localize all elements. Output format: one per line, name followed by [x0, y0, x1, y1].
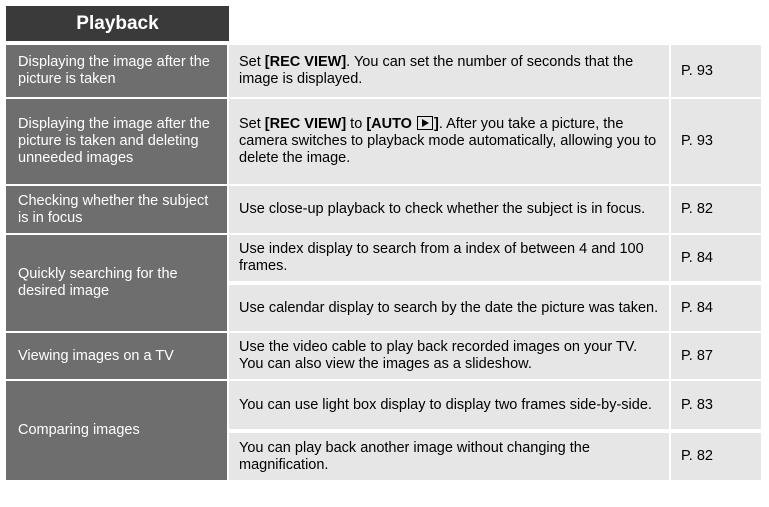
- table-row: Viewing images on a TV Use the video cab…: [6, 333, 761, 379]
- description-cell: You can use light box display to display…: [229, 381, 671, 430]
- description-cell: Use the video cable to play back recorde…: [229, 333, 671, 379]
- page-reference: P. 93: [671, 45, 761, 97]
- table-row: Quickly searching for the desired image …: [6, 235, 761, 331]
- description-cell: Use close-up playback to check whether t…: [229, 186, 671, 233]
- topic-cell: Comparing images: [6, 381, 229, 480]
- topic-cell: Viewing images on a TV: [6, 333, 229, 379]
- menu-setting-name: [AUTO: [366, 116, 416, 132]
- table-row: Displaying the image after the picture i…: [6, 45, 761, 97]
- topic-cell: Displaying the image after the picture i…: [6, 45, 229, 97]
- page-reference: P. 87: [671, 333, 761, 379]
- topic-cell: Checking whether the subject is in focus: [6, 186, 229, 233]
- manual-page: Playback Displaying the image after the …: [0, 0, 769, 507]
- description-cell: Use index display to search from a index…: [229, 235, 671, 282]
- description-cell: You can play back another image without …: [229, 432, 671, 480]
- menu-item-name: [REC VIEW]: [264, 54, 347, 70]
- description-text: Set: [239, 54, 265, 70]
- table-row: Checking whether the subject is in focus…: [6, 186, 761, 233]
- menu-item-name: [REC VIEW]: [264, 116, 347, 132]
- description-text: to: [346, 116, 367, 132]
- page-reference: P. 84: [671, 284, 761, 331]
- table-row: Displaying the image after the picture i…: [6, 99, 761, 184]
- playback-reference-table: Displaying the image after the picture i…: [6, 43, 761, 482]
- section-title: Playback: [6, 6, 229, 41]
- description-cell: Set [REC VIEW]. You can set the number o…: [229, 45, 671, 97]
- page-reference: P. 93: [671, 99, 761, 184]
- page-reference: P. 84: [671, 235, 761, 282]
- page-reference: P. 82: [671, 186, 761, 233]
- description-text: Set: [239, 116, 265, 132]
- description-cell: Use calendar display to search by the da…: [229, 284, 671, 331]
- table-row: Comparing images You can use light box d…: [6, 381, 761, 480]
- topic-cell: Displaying the image after the picture i…: [6, 99, 229, 184]
- play-icon: [417, 116, 433, 130]
- page-reference: P. 83: [671, 381, 761, 430]
- page-reference: P. 82: [671, 432, 761, 480]
- description-cell: Set [REC VIEW] to [AUTO ]. After you tak…: [229, 99, 671, 184]
- topic-cell: Quickly searching for the desired image: [6, 235, 229, 331]
